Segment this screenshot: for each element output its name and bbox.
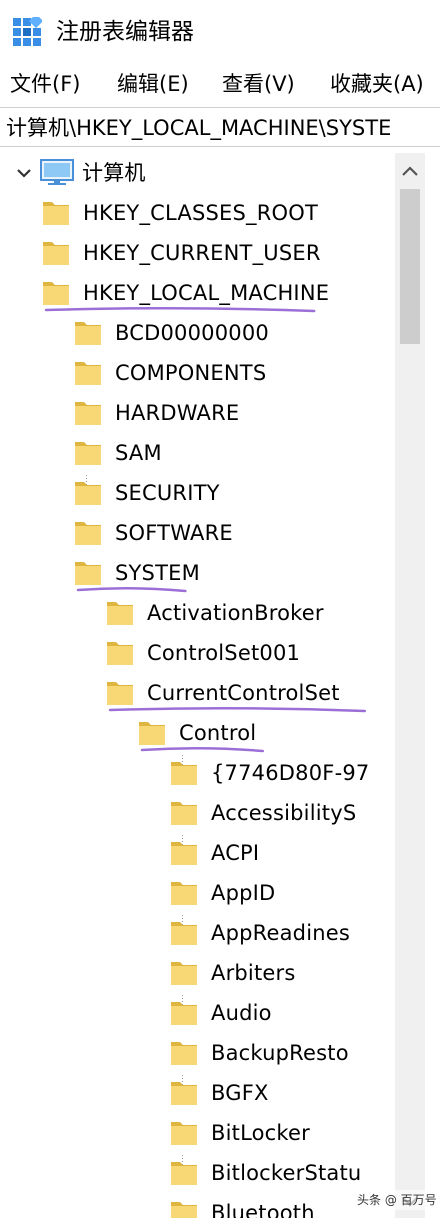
tree-node-label: HKEY_CURRENT_USER <box>83 241 321 265</box>
tree-node[interactable]: SECURITY <box>0 473 395 513</box>
tree-node[interactable]: Audio <box>0 993 395 1033</box>
tree-node[interactable]: Control <box>0 713 395 753</box>
folder-icon <box>171 842 197 865</box>
tree-node[interactable]: Arbiters <box>0 953 395 993</box>
folder-icon <box>107 642 133 665</box>
folder-icon <box>171 802 197 825</box>
tree-node[interactable]: ActivationBroker <box>0 593 395 633</box>
menu-view[interactable]: 查看(V) <box>222 64 295 104</box>
tree-node-label: BGFX <box>211 1081 269 1105</box>
tree-node[interactable]: HKEY_CURRENT_USER <box>0 233 395 273</box>
tree-node-label: SAM <box>115 441 162 465</box>
tree-node-label: 计算机 <box>82 161 146 185</box>
chevron-down-icon[interactable] <box>14 163 34 183</box>
tree-node-label: Bluetooth <box>211 1201 315 1218</box>
tree-node-label: Control <box>179 721 257 745</box>
tree-node-computer[interactable]: 计算机 <box>0 153 395 193</box>
menu-edit[interactable]: 编辑(E) <box>117 64 189 104</box>
tree-node[interactable]: {7746D80F-97 <box>0 753 395 793</box>
folder-icon <box>75 482 101 505</box>
folder-icon <box>43 282 69 305</box>
tree-node[interactable]: SYSTEM <box>0 553 395 593</box>
tree-node[interactable]: COMPONENTS <box>0 353 395 393</box>
folder-icon <box>171 922 197 945</box>
tree-node-label: HARDWARE <box>115 401 240 425</box>
folder-icon <box>107 682 133 705</box>
tree-node-label: SYSTEM <box>115 561 200 585</box>
folder-icon <box>75 322 101 345</box>
folder-icon <box>75 442 101 465</box>
tree-node[interactable]: HARDWARE <box>0 393 395 433</box>
tree-node[interactable]: Bluetooth <box>0 1193 395 1218</box>
tree-node[interactable]: AppReadines <box>0 913 395 953</box>
tree-node[interactable]: ControlSet001 <box>0 633 395 673</box>
tree-node-label: COMPONENTS <box>115 361 267 385</box>
folder-icon <box>171 762 197 785</box>
folder-icon <box>171 1002 197 1025</box>
tree-node-label: ACPI <box>211 841 260 865</box>
tree-node[interactable]: HKEY_LOCAL_MACHINE <box>0 273 395 313</box>
window-title: 注册表编辑器 <box>56 19 194 45</box>
folder-icon <box>171 1202 197 1218</box>
folder-icon <box>43 202 69 225</box>
folder-icon <box>171 1162 197 1185</box>
tree-node[interactable]: BCD00000000 <box>0 313 395 353</box>
folder-icon <box>171 1122 197 1145</box>
folder-icon <box>107 602 133 625</box>
tree-node-label: Arbiters <box>211 961 296 985</box>
folder-icon <box>43 242 69 265</box>
folder-icon <box>171 1082 197 1105</box>
menu-file[interactable]: 文件(F) <box>10 64 80 104</box>
tree-node-label: CurrentControlSet <box>147 681 340 705</box>
tree-node[interactable]: BGFX <box>0 1073 395 1113</box>
watermark-text: 头条 @ 百万号 <box>357 1190 437 1210</box>
scroll-up-arrow-icon[interactable] <box>395 153 425 189</box>
tree-node[interactable]: BitlockerStatu <box>0 1153 395 1193</box>
folder-icon <box>139 722 165 745</box>
menu-bar: 文件(F) 编辑(E) 查看(V) 收藏夹(A) <box>0 64 440 104</box>
menu-favorites[interactable]: 收藏夹(A) <box>330 64 424 104</box>
tree-node-label: AccessibilityS <box>211 801 357 825</box>
folder-icon <box>75 362 101 385</box>
computer-icon <box>40 159 74 185</box>
folder-icon <box>75 562 101 585</box>
folder-icon <box>75 522 101 545</box>
tree-node-label: SOFTWARE <box>115 521 233 545</box>
tree-node-label: AppID <box>211 881 276 905</box>
tree-node[interactable]: AccessibilityS <box>0 793 395 833</box>
address-path[interactable]: 计算机\HKEY_LOCAL_MACHINE\SYSTE <box>6 108 391 146</box>
tree-node-label: Audio <box>211 1001 272 1025</box>
tree-node-label: SECURITY <box>115 481 220 505</box>
tree-node-label: BCD00000000 <box>115 321 269 345</box>
tree-node[interactable]: BackupResto <box>0 1033 395 1073</box>
tree-node[interactable]: AppID <box>0 873 395 913</box>
tree-node-label: HKEY_CLASSES_ROOT <box>83 201 319 225</box>
tree-node-label: BitLocker <box>211 1121 310 1145</box>
folder-icon <box>171 962 197 985</box>
title-bar: 注册表编辑器 <box>0 0 440 62</box>
tree-node-label: BitlockerStatu <box>211 1161 362 1185</box>
tree-node-label: ControlSet001 <box>147 641 301 665</box>
address-bar[interactable]: 计算机\HKEY_LOCAL_MACHINE\SYSTE <box>0 107 440 147</box>
tree-node-label: BackupResto <box>211 1041 349 1065</box>
folder-icon <box>75 402 101 425</box>
regedit-icon <box>13 17 42 46</box>
tree-node-label: AppReadines <box>211 921 350 945</box>
folder-icon <box>171 1042 197 1065</box>
tree-node[interactable]: HKEY_CLASSES_ROOT <box>0 193 395 233</box>
tree-node-label: HKEY_LOCAL_MACHINE <box>83 281 330 305</box>
tree-node[interactable]: CurrentControlSet <box>0 673 395 713</box>
tree-node[interactable]: BitLocker <box>0 1113 395 1153</box>
tree-node-label: ActivationBroker <box>147 601 324 625</box>
scrollbar-thumb[interactable] <box>400 189 420 344</box>
registry-tree: 计算机 HKEY_CLASSES_ROOT HKEY_CURRENT_USER HKE… <box>0 153 395 1218</box>
tree-node[interactable]: ACPI <box>0 833 395 873</box>
tree-node-label: {7746D80F-97 <box>211 761 370 785</box>
tree-node[interactable]: SAM <box>0 433 395 473</box>
vertical-scrollbar[interactable] <box>395 153 425 1218</box>
tree-node[interactable]: SOFTWARE <box>0 513 395 553</box>
folder-icon <box>171 882 197 905</box>
